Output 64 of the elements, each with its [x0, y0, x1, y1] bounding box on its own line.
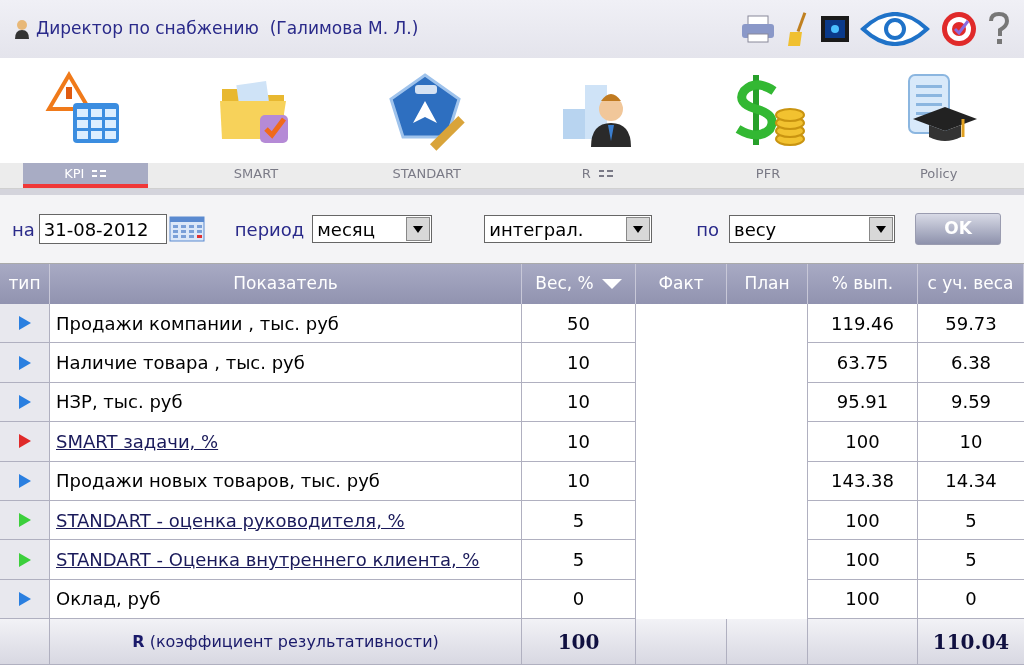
- target-icon[interactable]: [940, 10, 978, 48]
- weight-value: 10: [567, 429, 590, 454]
- percent-value: 119.46: [831, 311, 894, 336]
- monitor-icon[interactable]: [820, 15, 850, 43]
- weight-value: 10: [567, 390, 590, 415]
- column-header[interactable]: % вып.: [808, 264, 918, 304]
- period-select[interactable]: месяц: [312, 215, 433, 243]
- date-label: на: [12, 217, 35, 242]
- module-tab[interactable]: SMART: [193, 163, 319, 185]
- weight-value: 5: [572, 508, 585, 533]
- percent-value: 100: [845, 429, 880, 454]
- indicator-name: Продажи новых товаров, тыс. руб: [56, 469, 380, 494]
- total-weighted: 110.04: [932, 628, 1010, 656]
- weight-value: 5: [572, 548, 585, 573]
- column-header[interactable]: с уч. веса: [918, 264, 1024, 304]
- module-tab[interactable]: R: [534, 163, 660, 185]
- column-header[interactable]: План: [727, 264, 808, 304]
- eye-icon[interactable]: [860, 12, 930, 46]
- module-tab[interactable]: Policy: [876, 163, 1002, 185]
- column-header[interactable]: Вес, %: [522, 264, 636, 304]
- indicator-link[interactable]: STANDART - оценка руководителя, %: [56, 506, 405, 534]
- ok-button[interactable]: OK: [915, 213, 1002, 245]
- module-tab[interactable]: STANDART: [364, 163, 490, 185]
- indicator-name: Оклад, руб: [56, 587, 161, 612]
- weighted-value: 14.34: [945, 469, 997, 494]
- percent-value: 95.91: [836, 390, 889, 415]
- column-header[interactable]: Факт: [636, 264, 727, 304]
- printer-icon[interactable]: [740, 14, 776, 44]
- indicator-link[interactable]: SMART задачи, %: [56, 427, 219, 455]
- weighted-value: 0: [965, 587, 977, 612]
- total-weight: 100: [557, 628, 600, 656]
- calendar-icon[interactable]: [168, 215, 205, 243]
- percent-value: 63.75: [836, 351, 889, 376]
- percent-value: 100: [845, 548, 880, 573]
- module-tab[interactable]: PFR: [705, 163, 831, 185]
- mode-select[interactable]: интеграл.: [484, 215, 653, 243]
- weight-value: 0: [572, 587, 585, 612]
- help-icon[interactable]: [988, 12, 1010, 46]
- indicator-link[interactable]: STANDART - Оценка внутреннего клиента, %: [56, 546, 480, 574]
- indicator-name: НЗР, тыс. руб: [56, 390, 183, 415]
- percent-value: 100: [845, 508, 880, 533]
- weighted-value: 9.59: [950, 390, 992, 415]
- weighted-value: 5: [965, 548, 977, 573]
- weight-value: 10: [567, 351, 590, 376]
- weighted-value: 59.73: [945, 311, 997, 336]
- weight-value: 10: [567, 469, 590, 494]
- indicator-name: Продажи компании , тыс. руб: [56, 311, 339, 336]
- total-label: R (коэффициент результативности): [132, 630, 439, 653]
- weighted-value: 10: [959, 429, 983, 454]
- user-icon: [14, 19, 30, 39]
- by-select[interactable]: весу: [729, 215, 896, 243]
- indicator-name: Наличие товара , тыс. руб: [56, 351, 305, 376]
- column-header[interactable]: Показатель: [50, 264, 522, 304]
- weighted-value: 5: [965, 508, 977, 533]
- percent-value: 100: [845, 587, 880, 612]
- period-label: период: [234, 217, 305, 242]
- module-tab[interactable]: KPI: [22, 163, 148, 185]
- date-field[interactable]: 31-08-2012: [38, 214, 167, 244]
- weighted-value: 6.38: [950, 351, 992, 376]
- header-title: Директор по снабжению (Галимова М. Л.): [36, 17, 419, 41]
- by-label: по: [696, 217, 720, 242]
- weight-value: 50: [567, 311, 590, 336]
- sort-desc-icon: [601, 279, 622, 289]
- percent-value: 143.38: [831, 469, 894, 494]
